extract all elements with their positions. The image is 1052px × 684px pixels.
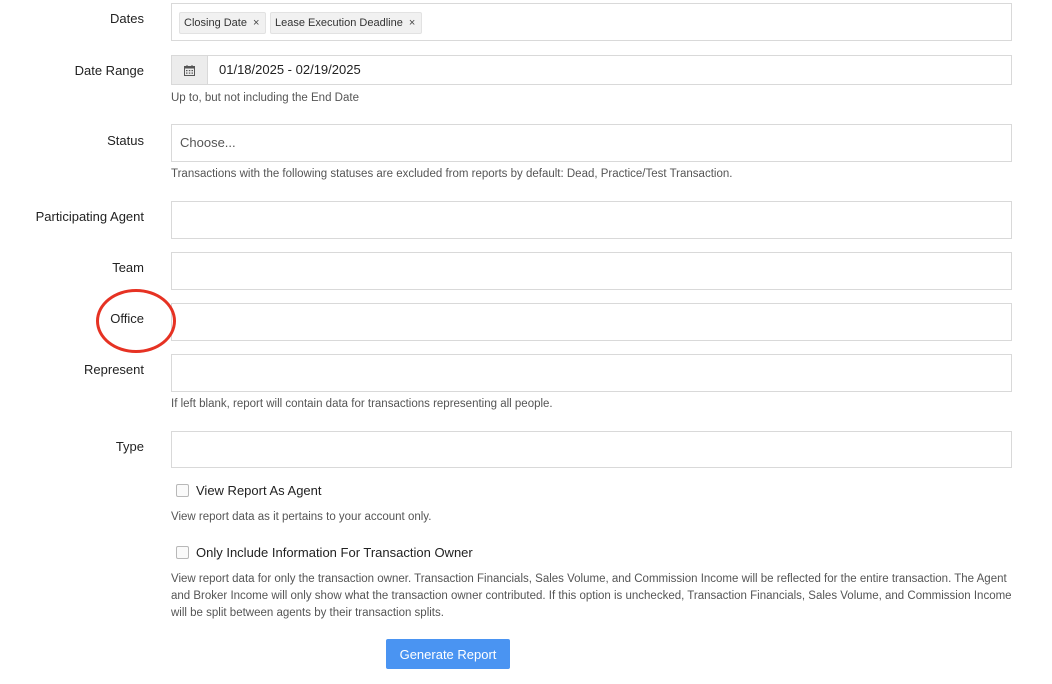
status-help: Transactions with the following statuses… — [171, 168, 733, 180]
represent-select[interactable] — [171, 354, 1012, 392]
date-range-label: Date Range — [74, 63, 144, 78]
represent-label: Represent — [84, 362, 144, 377]
owner-only-help: View report data for only the transactio… — [171, 573, 1012, 619]
generate-report-button[interactable]: Generate Report — [386, 639, 510, 669]
participating-agent-label: Participating Agent — [35, 209, 144, 224]
type-label: Type — [115, 439, 144, 454]
tag-closing-date-label: Closing Date — [184, 17, 247, 29]
tag-closing-date: Closing Date × — [179, 12, 267, 34]
date-range-field[interactable]: 01/18/2025 - 02/19/2025 — [171, 55, 1012, 85]
tag-closing-date-remove-icon[interactable]: × — [253, 17, 259, 29]
office-select[interactable] — [171, 303, 1012, 341]
view-as-agent-checkbox[interactable] — [176, 484, 189, 497]
team-select[interactable] — [171, 252, 1012, 290]
status-select[interactable]: Choose... — [171, 124, 1012, 162]
annotation-circle — [96, 289, 176, 353]
type-select[interactable] — [171, 431, 1012, 468]
team-label: Team — [112, 260, 144, 275]
participating-agent-select[interactable] — [171, 201, 1012, 239]
view-as-agent-help: View report data as it pertains to your … — [171, 511, 432, 523]
view-as-agent-label[interactable]: View Report As Agent — [196, 483, 322, 498]
status-placeholder: Choose... — [180, 135, 236, 150]
tag-lease-execution-deadline-remove-icon[interactable]: × — [409, 17, 415, 29]
tag-lease-execution-deadline: Lease Execution Deadline × — [270, 12, 423, 34]
dates-label: Dates — [110, 11, 144, 26]
status-label: Status — [107, 133, 144, 148]
calendar-icon[interactable] — [172, 56, 208, 84]
tag-lease-execution-deadline-label: Lease Execution Deadline — [275, 17, 403, 29]
owner-only-label[interactable]: Only Include Information For Transaction… — [196, 545, 473, 560]
dates-field[interactable]: Closing Date × Lease Execution Deadline × — [171, 3, 1012, 41]
date-range-value: 01/18/2025 - 02/19/2025 — [219, 62, 361, 77]
represent-help: If left blank, report will contain data … — [171, 398, 553, 410]
owner-only-checkbox[interactable] — [176, 546, 189, 559]
date-range-help: Up to, but not including the End Date — [171, 92, 359, 104]
